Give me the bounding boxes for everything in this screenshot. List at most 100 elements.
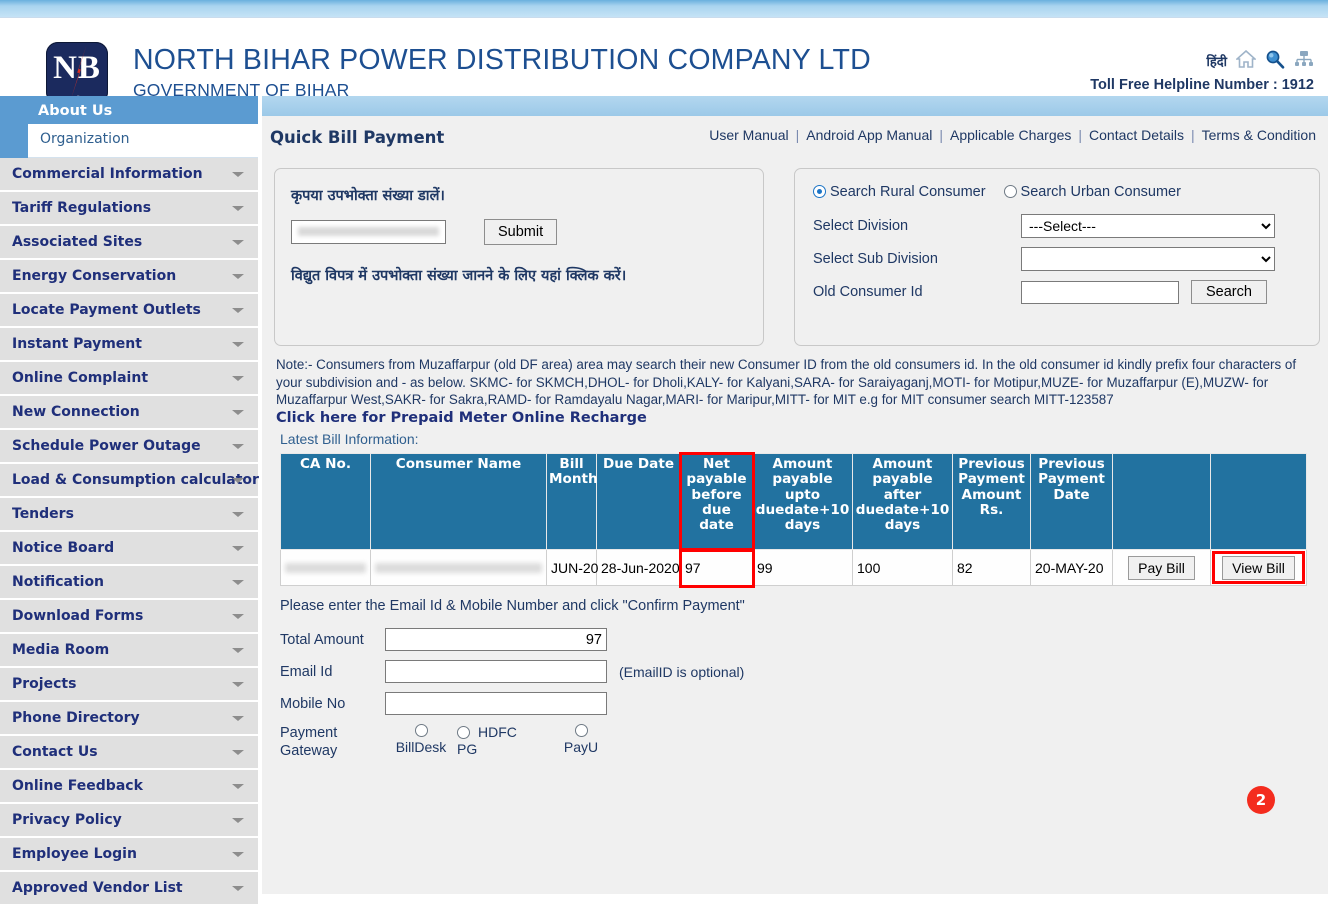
sidebar-item-label: Instant Payment [12, 336, 142, 352]
sidebar-item-new-connection[interactable]: New Connection [0, 396, 258, 428]
find-consumer-number-link[interactable]: विद्युत विपत्र में उपभोक्ता संख्या जानने… [291, 265, 763, 285]
chevron-down-icon[interactable] [232, 478, 244, 483]
pay-bill-button[interactable]: Pay Bill [1128, 555, 1195, 580]
mobile-field[interactable] [385, 692, 607, 716]
top-link-android-app-manual[interactable]: Android App Manual [806, 127, 932, 143]
cell-previous-payment-date: 20-MAY-20 [1030, 549, 1113, 587]
chevron-down-icon[interactable] [232, 240, 244, 245]
radio-gateway-hdfc[interactable]: HDFC PG [457, 724, 545, 758]
top-link-terms-condition[interactable]: Terms & Condition [1202, 127, 1316, 143]
total-amount-input[interactable] [385, 628, 607, 652]
sidebar-item-label: Schedule Power Outage [12, 438, 201, 454]
chevron-down-icon[interactable] [232, 648, 244, 653]
redacted-consumer-name [375, 562, 542, 573]
radio-search-urban-consumer[interactable]: Search Urban Consumer [1003, 183, 1181, 201]
top-link-applicable-charges[interactable]: Applicable Charges [950, 127, 1071, 143]
sidebar-section-about-us[interactable]: About Us Organization [0, 96, 258, 158]
chevron-down-icon[interactable] [232, 818, 244, 823]
consumer-number-input[interactable] [291, 220, 446, 244]
radio-rural-icon[interactable] [813, 185, 826, 198]
sidebar-item-instant-payment[interactable]: Instant Payment [0, 328, 258, 360]
select-division-dropdown[interactable]: ---Select--- [1021, 214, 1275, 238]
chevron-down-icon[interactable] [232, 342, 244, 347]
top-link-contact-details[interactable]: Contact Details [1089, 127, 1184, 143]
sidebar-item-locate-payment-outlets[interactable]: Locate Payment Outlets [0, 294, 258, 326]
radio-gateway-payu[interactable]: PayU [545, 724, 617, 756]
radio-gateway-billdesk[interactable]: BillDesk [385, 724, 457, 756]
payment-gateway-label: Payment Gateway [280, 724, 385, 760]
chevron-down-icon[interactable] [232, 206, 244, 211]
top-link-user-manual[interactable]: User Manual [709, 127, 788, 143]
chevron-down-icon[interactable] [232, 546, 244, 551]
col-previous-payment-amount: Previous Payment Amount Rs. [952, 453, 1031, 551]
chevron-down-icon[interactable] [232, 410, 244, 415]
old-consumer-id-label: Old Consumer Id [813, 284, 923, 300]
sidebar-item-download-forms[interactable]: Download Forms [0, 600, 258, 632]
link-separator: | [1078, 127, 1083, 143]
sidebar-item-contact-us[interactable]: Contact Us [0, 736, 258, 768]
sitemap-icon[interactable] [1294, 50, 1314, 72]
cell-pay-bill: Pay Bill [1112, 549, 1211, 587]
chevron-down-icon[interactable] [232, 376, 244, 381]
sidebar-item-employee-login[interactable]: Employee Login [0, 838, 258, 870]
chevron-down-icon[interactable] [232, 172, 244, 177]
redacted-ca-no [285, 562, 366, 573]
sidebar-item-tariff-regulations[interactable]: Tariff Regulations [0, 192, 258, 224]
search-button[interactable]: Search [1191, 280, 1267, 304]
chevron-down-icon[interactable] [232, 580, 244, 585]
sidebar-item-tenders[interactable]: Tenders [0, 498, 258, 530]
sidebar-subitem-organization[interactable]: Organization [28, 124, 258, 158]
sidebar-item-online-feedback[interactable]: Online Feedback [0, 770, 258, 802]
chevron-down-icon[interactable] [232, 512, 244, 517]
sidebar-item-associated-sites[interactable]: Associated Sites [0, 226, 258, 258]
sidebar-item-approved-vendor-list[interactable]: Approved Vendor List [0, 872, 258, 904]
sidebar-item-schedule-power-outage[interactable]: Schedule Power Outage [0, 430, 258, 462]
sidebar-item-label: Locate Payment Outlets [12, 302, 201, 318]
sidebar-item-online-complaint[interactable]: Online Complaint [0, 362, 258, 394]
chevron-down-icon[interactable] [232, 784, 244, 789]
chevron-down-icon[interactable] [232, 274, 244, 279]
chevron-down-icon[interactable] [232, 614, 244, 619]
cell-consumer-name [370, 549, 547, 587]
browser-top-strip [0, 0, 1328, 18]
hindi-language-link[interactable]: हिंदी [1206, 52, 1227, 70]
consumer-number-panel: कृपया उपभोक्ता संख्या डालें। Submit विद्… [274, 168, 764, 346]
radio-billdesk-label: BillDesk [395, 739, 447, 756]
chevron-down-icon[interactable] [232, 716, 244, 721]
sidebar-item-phone-directory[interactable]: Phone Directory [0, 702, 258, 734]
sidebar-item-load-consumption-calculator[interactable]: Load & Consumption calculator [0, 464, 259, 496]
sidebar-item-energy-conservation[interactable]: Energy Conservation [0, 260, 258, 292]
sidebar-item-notification[interactable]: Notification [0, 566, 258, 598]
sidebar-item-media-room[interactable]: Media Room [0, 634, 258, 666]
email-field[interactable] [385, 660, 607, 684]
radio-search-rural-consumer[interactable]: Search Rural Consumer [813, 183, 986, 201]
sidebar-item-projects[interactable]: Projects [0, 668, 258, 700]
search-icon[interactable] [1265, 49, 1285, 73]
note-text: Note:- Consumers from Muzaffarpur (old D… [276, 357, 1297, 408]
quick-bill-payment-header: Quick Bill Payment User Manual | Android A… [262, 116, 1328, 160]
chevron-down-icon[interactable] [232, 308, 244, 313]
select-subdivision-dropdown[interactable] [1021, 247, 1275, 271]
chevron-down-icon[interactable] [232, 886, 244, 891]
radio-payu-icon[interactable] [574, 724, 588, 738]
submit-button[interactable]: Submit [484, 219, 558, 245]
view-bill-button[interactable]: View Bill [1222, 555, 1295, 580]
radio-hdfc-icon[interactable] [457, 725, 470, 739]
sidebar-item-notice-board[interactable]: Notice Board [0, 532, 258, 564]
sidebar-item-label: Notification [12, 574, 105, 590]
chevron-down-icon[interactable] [232, 682, 244, 687]
chevron-down-icon[interactable] [232, 750, 244, 755]
payment-gateway-row: Payment Gateway BillDesk HDFC PG PayU [280, 724, 1328, 760]
chevron-down-icon[interactable] [232, 852, 244, 857]
chevron-down-icon[interactable] [232, 444, 244, 449]
old-consumer-id-input[interactable] [1021, 280, 1179, 304]
home-icon[interactable] [1234, 49, 1258, 72]
consumer-number-prompt: कृपया उपभोक्ता संख्या डालें। [291, 188, 445, 204]
prepaid-recharge-link[interactable]: Click here for Prepaid Meter Online Rech… [276, 410, 1328, 426]
sidebar-item-commercial-information[interactable]: Commercial Information [0, 158, 258, 190]
latest-bill-information-label: Latest Bill Information: [280, 431, 419, 448]
radio-urban-icon[interactable] [1003, 185, 1017, 198]
payment-form: Total Amount Email Id (EmailID is option… [280, 628, 1328, 760]
sidebar-item-privacy-policy[interactable]: Privacy Policy [0, 804, 258, 836]
radio-billdesk-icon[interactable] [414, 724, 428, 738]
